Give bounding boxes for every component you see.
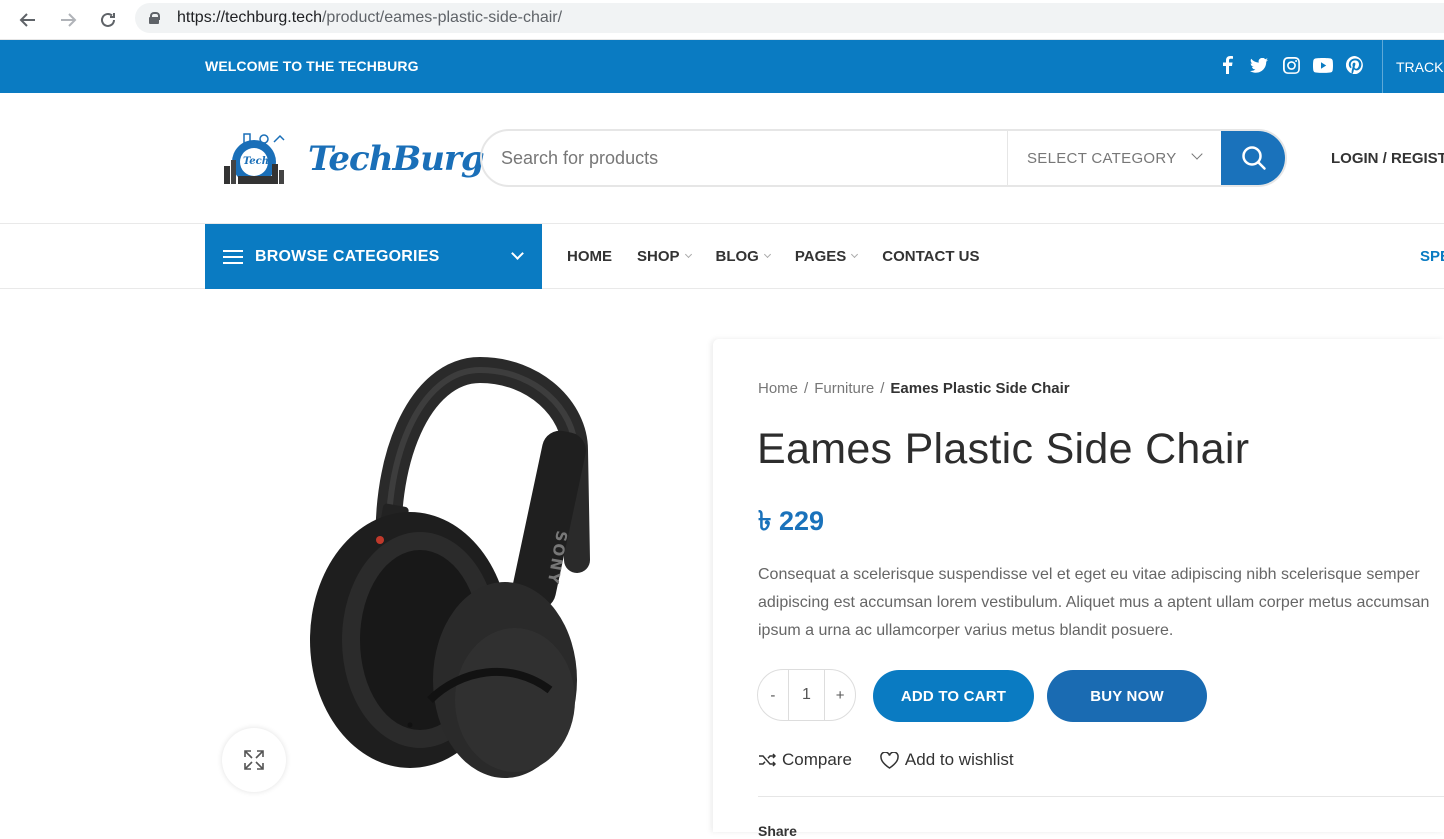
nav-item-label: SHOP	[637, 248, 680, 265]
instagram-icon[interactable]	[1280, 54, 1302, 76]
main-navigation: BROWSE CATEGORIES HOME SHOP BLOG PAGES C…	[0, 224, 1444, 289]
add-to-cart-button[interactable]: ADD TO CART	[873, 670, 1034, 722]
reload-icon[interactable]	[88, 3, 128, 37]
nav-item-blog[interactable]: BLOG	[715, 248, 771, 265]
chevron-down-icon	[511, 247, 524, 260]
nav-item-label: HOME	[567, 248, 612, 265]
search-form: SELECT CATEGORY	[480, 129, 1287, 187]
address-bar[interactable]: https://techburg.tech/product/eames-plas…	[135, 3, 1444, 33]
category-select[interactable]: SELECT CATEGORY	[1007, 131, 1223, 185]
compare-label: Compare	[782, 750, 852, 769]
compare-button[interactable]: Compare	[758, 750, 852, 770]
breadcrumb-current: Eames Plastic Side Chair	[890, 380, 1070, 397]
zoom-image-button[interactable]	[222, 728, 286, 792]
product-price: ৳ 229	[758, 506, 824, 536]
quantity-decrease-button[interactable]: -	[758, 687, 788, 704]
quantity-input[interactable]: 1	[787, 670, 826, 720]
browse-categories-label: BROWSE CATEGORIES	[255, 247, 440, 265]
twitter-icon[interactable]	[1248, 54, 1270, 76]
special-offers-link[interactable]: SPE	[1420, 248, 1444, 265]
search-button[interactable]	[1221, 131, 1285, 185]
chevron-down-icon	[851, 250, 859, 259]
breadcrumb-home[interactable]: Home	[758, 380, 798, 397]
nav-item-label: PAGES	[794, 248, 847, 265]
chevron-down-icon	[763, 250, 771, 259]
login-register-link[interactable]: LOGIN / REGIST	[1331, 150, 1444, 167]
chevron-down-icon	[684, 250, 692, 259]
shuffle-icon	[759, 753, 776, 767]
logo-text: TechBurg	[308, 139, 485, 179]
nav-item-label: BLOG	[715, 248, 759, 265]
category-select-label: SELECT CATEGORY	[1027, 149, 1177, 167]
nav-item-pages[interactable]: PAGES	[794, 248, 859, 265]
site-logo[interactable]: Tech TechBurg	[216, 126, 485, 192]
youtube-icon[interactable]	[1312, 54, 1334, 76]
product-summary: Home / Furniture / Eames Plastic Side Chair …	[713, 339, 1444, 839]
share-label: Share	[758, 823, 797, 839]
breadcrumb-category[interactable]: Furniture	[814, 380, 874, 397]
nav-item-home[interactable]: HOME	[567, 248, 612, 265]
topbar-divider	[1382, 40, 1383, 93]
url-path: /product/eames-plastic-side-chair/	[321, 9, 563, 26]
product-title: Eames Plastic Side Chair	[757, 425, 1250, 473]
breadcrumb: Home / Furniture / Eames Plastic Side Chair	[758, 380, 1070, 397]
section-divider	[758, 796, 1444, 797]
buy-now-button[interactable]: BUY NOW	[1047, 670, 1207, 722]
facebook-icon[interactable]	[1216, 54, 1238, 76]
description-line: ipsum a urna ac ullamcorper varius metus…	[758, 622, 1174, 639]
url-host: https://techburg.tech	[177, 9, 322, 26]
breadcrumb-separator: /	[880, 380, 885, 397]
social-links	[1216, 54, 1366, 76]
browse-categories-button[interactable]: BROWSE CATEGORIES	[205, 224, 542, 289]
quantity-stepper: - 1 +	[757, 669, 856, 721]
lock-icon	[149, 12, 160, 24]
description-line: Consequat a scelerisque suspendisse vel …	[758, 566, 1420, 583]
top-bar: WELCOME TO THE TECHBURG TRACK	[0, 40, 1444, 93]
site-header: Tech TechBurg SELECT CATEGORY LOGIN / RE…	[0, 93, 1444, 224]
search-icon	[1242, 146, 1266, 170]
hamburger-icon	[223, 249, 243, 264]
add-to-wishlist-button[interactable]: Add to wishlist	[880, 750, 1014, 770]
expand-icon	[244, 750, 264, 770]
chevron-down-icon	[1191, 148, 1203, 160]
nav-item-shop[interactable]: SHOP	[637, 248, 692, 265]
search-input[interactable]	[482, 131, 1007, 185]
product-actions: Compare Add to wishlist	[758, 750, 1014, 770]
nav-item-contact-us[interactable]: CONTACT US	[882, 248, 979, 265]
track-order-link[interactable]: TRACK	[1396, 59, 1443, 75]
wishlist-label: Add to wishlist	[904, 750, 1014, 769]
forward-arrow-icon[interactable]	[48, 3, 88, 37]
back-arrow-icon[interactable]	[8, 3, 48, 37]
product-description: Consequat a scelerisque suspendisse vel …	[758, 561, 1444, 645]
browser-toolbar: https://techburg.tech/product/eames-plas…	[0, 0, 1444, 40]
svg-text:Tech: Tech	[243, 156, 269, 167]
nav-item-label: CONTACT US	[882, 248, 980, 265]
welcome-text: WELCOME TO THE TECHBURG	[205, 58, 419, 74]
heart-icon	[880, 751, 899, 769]
description-line: adipiscing est accumsan lorem vestibulum…	[758, 594, 1430, 611]
breadcrumb-separator: /	[804, 380, 809, 397]
main-menu: HOME SHOP BLOG PAGES CONTACT US	[567, 248, 1004, 265]
quantity-increase-button[interactable]: +	[825, 687, 855, 704]
pinterest-icon[interactable]	[1344, 54, 1366, 76]
logo-mark-icon: Tech	[216, 126, 296, 192]
